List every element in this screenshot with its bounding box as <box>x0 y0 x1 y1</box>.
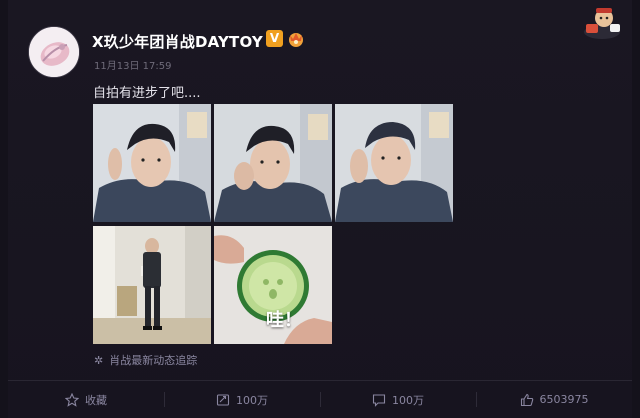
post-photo-1[interactable] <box>93 104 211 222</box>
post-timestamp[interactable]: 11月13日 17:59 <box>94 57 171 72</box>
user-badges: V <box>266 30 305 47</box>
user-avatar[interactable] <box>28 26 80 78</box>
post-photo-2[interactable] <box>214 104 332 222</box>
post-text: 自拍有进步了吧.... <box>93 86 201 101</box>
topic-label: 肖战最新动态追踪 <box>109 354 198 367</box>
topic-sparkle-icon: ✲ <box>94 353 104 367</box>
member-crown-icon[interactable] <box>287 30 305 47</box>
comment-button[interactable]: 100万 <box>320 381 476 418</box>
repost-icon <box>216 393 230 406</box>
user-name-link[interactable]: X玖少年团肖战DAYTOY <box>92 31 263 52</box>
like-button[interactable]: 6503975 <box>476 381 632 418</box>
thumbs-up-icon <box>520 393 533 406</box>
comment-icon <box>372 393 386 407</box>
vip-badge[interactable]: V <box>266 30 283 47</box>
post-photo-3[interactable] <box>335 104 453 222</box>
favorite-label: 收藏 <box>85 393 107 407</box>
post-photo-4[interactable] <box>93 226 211 344</box>
star-icon <box>65 392 79 407</box>
like-count: 6503975 <box>539 393 589 406</box>
action-bar: 收藏 100万 100万 6503975 <box>8 381 632 418</box>
post-photo-5[interactable]: 哇！ <box>214 226 332 344</box>
cartoon-sticker-icon <box>580 2 624 42</box>
comment-count: 100万 <box>392 393 424 407</box>
photo-caption-text: 哇！ <box>266 310 302 331</box>
weibo-post-card: X玖少年团肖战DAYTOY V 11月13日 17:59 自拍有进步了吧.... <box>8 0 632 418</box>
repost-count: 100万 <box>236 393 268 407</box>
topic-link[interactable]: ✲ 肖战最新动态追踪 <box>94 352 197 368</box>
favorite-button[interactable]: 收藏 <box>8 381 164 418</box>
repost-button[interactable]: 100万 <box>164 381 320 418</box>
